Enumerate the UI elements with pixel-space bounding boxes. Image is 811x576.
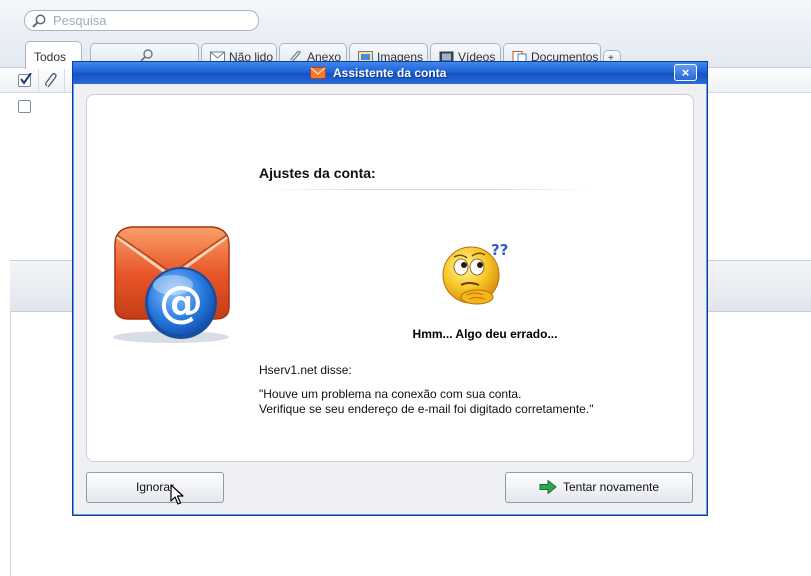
checkmark-icon (20, 73, 32, 85)
search-icon (32, 14, 46, 28)
account-assistant-dialog: Assistente da conta × Ajustes da conta: (72, 61, 708, 516)
column-divider (64, 69, 65, 93)
column-divider (38, 69, 39, 93)
dialog-content-panel: Ajustes da conta: @ ?? Hmm... Algo deu e… (86, 94, 694, 462)
error-message-row: Hmm... Algo deu errado... (87, 327, 695, 341)
svg-text:@: @ (159, 277, 203, 328)
select-all-checkbox[interactable] (18, 73, 32, 87)
email-account-icon: @ (113, 226, 230, 343)
retry-button-label: Tentar novamente (562, 480, 660, 494)
heading-divider (264, 189, 592, 190)
server-said-label: Hserv1.net disse: (259, 363, 352, 377)
ignore-button[interactable]: Ignorar (86, 472, 224, 503)
confused-smiley-icon: ?? (442, 241, 508, 305)
server-message-line-2: Verifique se seu endereço de e-mail foi … (259, 402, 594, 416)
search-box[interactable] (24, 10, 259, 31)
tab-all-label: Todos (34, 50, 67, 64)
search-icon (140, 49, 153, 62)
dialog-titlebar[interactable]: Assistente da conta × (73, 62, 707, 84)
error-message: Hmm... Algo deu errado... (412, 327, 558, 341)
server-message: "Houve um problema na conexão com sua co… (259, 387, 593, 417)
mouse-cursor-icon (170, 484, 184, 505)
close-button[interactable]: × (674, 64, 697, 81)
dialog-title: Assistente da conta (333, 66, 447, 80)
mail-toolbar: Todos Não lido Anexo Imagens Vídeos Docu… (0, 0, 811, 70)
retry-button[interactable]: Tentar novamente (505, 472, 693, 503)
close-icon: × (681, 65, 690, 80)
search-input[interactable] (53, 13, 253, 28)
paperclip-icon (45, 73, 57, 88)
svg-text:??: ?? (491, 241, 508, 259)
message-row-checkbox[interactable] (18, 100, 31, 113)
section-heading: Ajustes da conta: (259, 165, 376, 181)
ignore-button-label: Ignorar (135, 480, 175, 494)
envelope-icon (310, 67, 326, 79)
server-message-line-1: "Houve um problema na conexão com sua co… (259, 387, 522, 401)
green-arrow-icon (539, 480, 557, 494)
